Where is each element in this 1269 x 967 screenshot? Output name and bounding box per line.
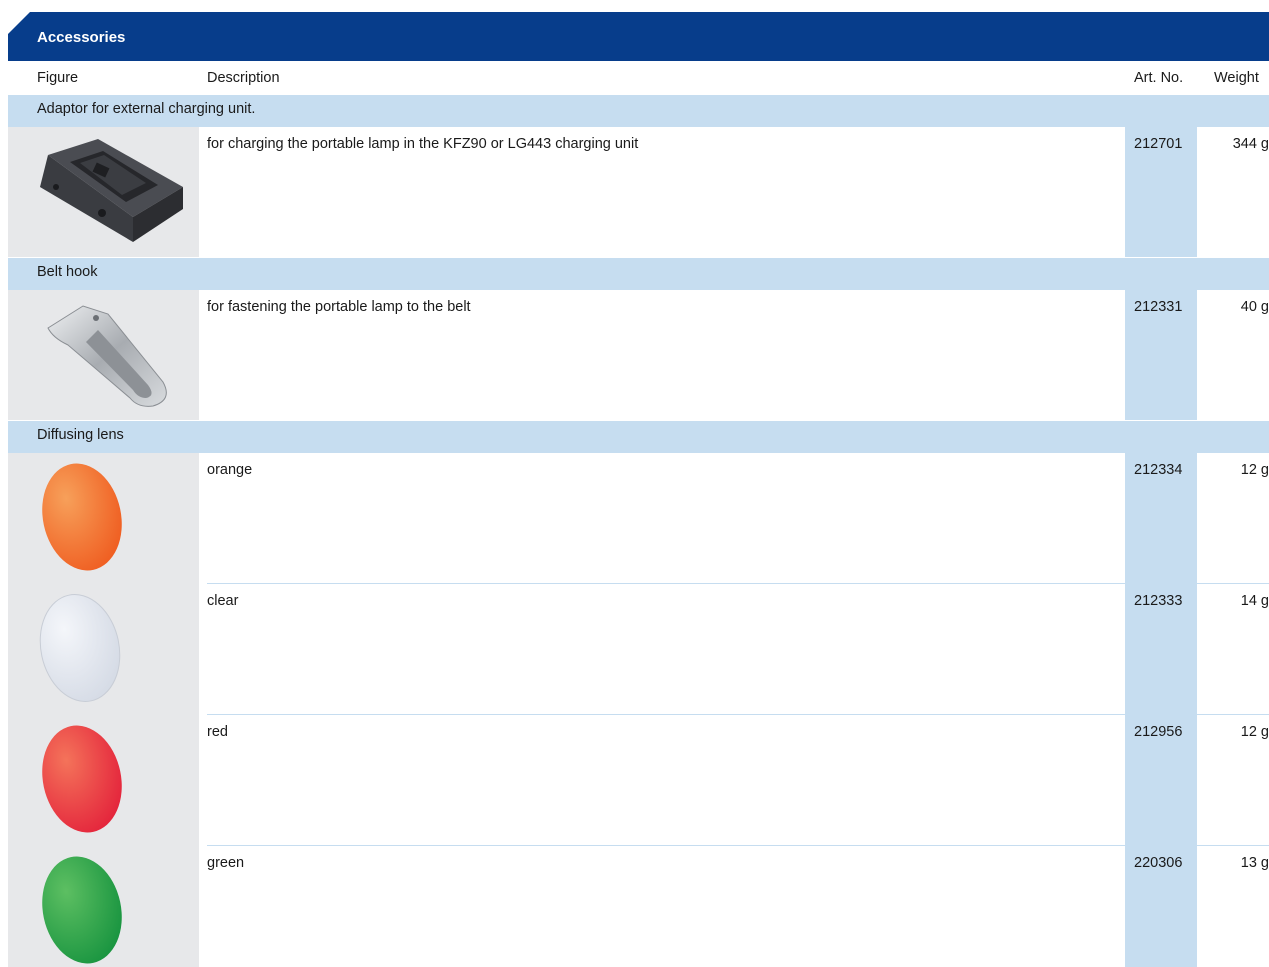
figure-cell <box>8 715 199 846</box>
item-weight: 344 g <box>1232 136 1269 152</box>
column-headers: Figure Description Art. No. Weight <box>0 61 1269 95</box>
table-row: for fastening the portable lamp to the b… <box>8 290 1269 420</box>
item-weight: 14 g <box>1240 593 1269 609</box>
charging-adaptor-image <box>40 139 183 242</box>
figure-cell <box>8 453 199 584</box>
clear-lens-image <box>39 594 121 702</box>
figure-cell <box>8 290 199 420</box>
table-row: red 212956 12 g <box>8 715 1269 846</box>
item-description: green <box>207 855 245 871</box>
item-description: clear <box>207 593 239 609</box>
group-title: Adaptor for external charging unit. <box>37 101 256 117</box>
item-weight: 13 g <box>1240 855 1269 871</box>
red-lens-image <box>42 725 122 833</box>
item-description: orange <box>207 462 253 478</box>
group-title: Belt hook <box>37 264 98 280</box>
group-header-belt-hook: Belt hook <box>8 258 1269 290</box>
group-header-diffusing-lens: Diffusing lens <box>8 421 1269 453</box>
item-description: for charging the portable lamp in the KF… <box>207 136 639 152</box>
section-title: Accessories <box>37 29 126 46</box>
column-header-weight: Weight <box>1214 70 1259 86</box>
figure-cell <box>8 846 199 967</box>
table-row: clear 212333 14 g <box>8 584 1269 715</box>
table-row: green 220306 13 g <box>8 846 1269 967</box>
column-header-art-no: Art. No. <box>1134 70 1184 86</box>
item-art-no: 212956 <box>1134 724 1183 740</box>
group-header-adaptor: Adaptor for external charging unit. <box>8 95 1269 127</box>
belt-hook-image <box>47 305 167 407</box>
group-title: Diffusing lens <box>37 427 124 443</box>
item-art-no: 220306 <box>1134 855 1183 871</box>
item-art-no: 212334 <box>1134 462 1183 478</box>
item-weight: 40 g <box>1240 299 1269 315</box>
item-art-no: 212331 <box>1134 299 1183 315</box>
figure-cell <box>8 584 199 715</box>
item-description: for fastening the portable lamp to the b… <box>207 299 471 315</box>
figure-cell <box>8 127 199 257</box>
item-description: red <box>207 724 228 740</box>
table-row: orange 212334 12 g <box>8 453 1269 584</box>
orange-lens-image <box>42 463 122 571</box>
item-art-no: 212701 <box>1134 136 1183 152</box>
item-art-no: 212333 <box>1134 593 1183 609</box>
column-header-description: Description <box>207 70 280 86</box>
item-weight: 12 g <box>1240 462 1269 478</box>
item-weight: 12 g <box>1240 724 1269 740</box>
green-lens-image <box>42 856 122 964</box>
column-header-figure: Figure <box>37 70 79 86</box>
section-header: Accessories <box>8 12 1269 61</box>
table-row: for charging the portable lamp in the KF… <box>8 127 1269 257</box>
